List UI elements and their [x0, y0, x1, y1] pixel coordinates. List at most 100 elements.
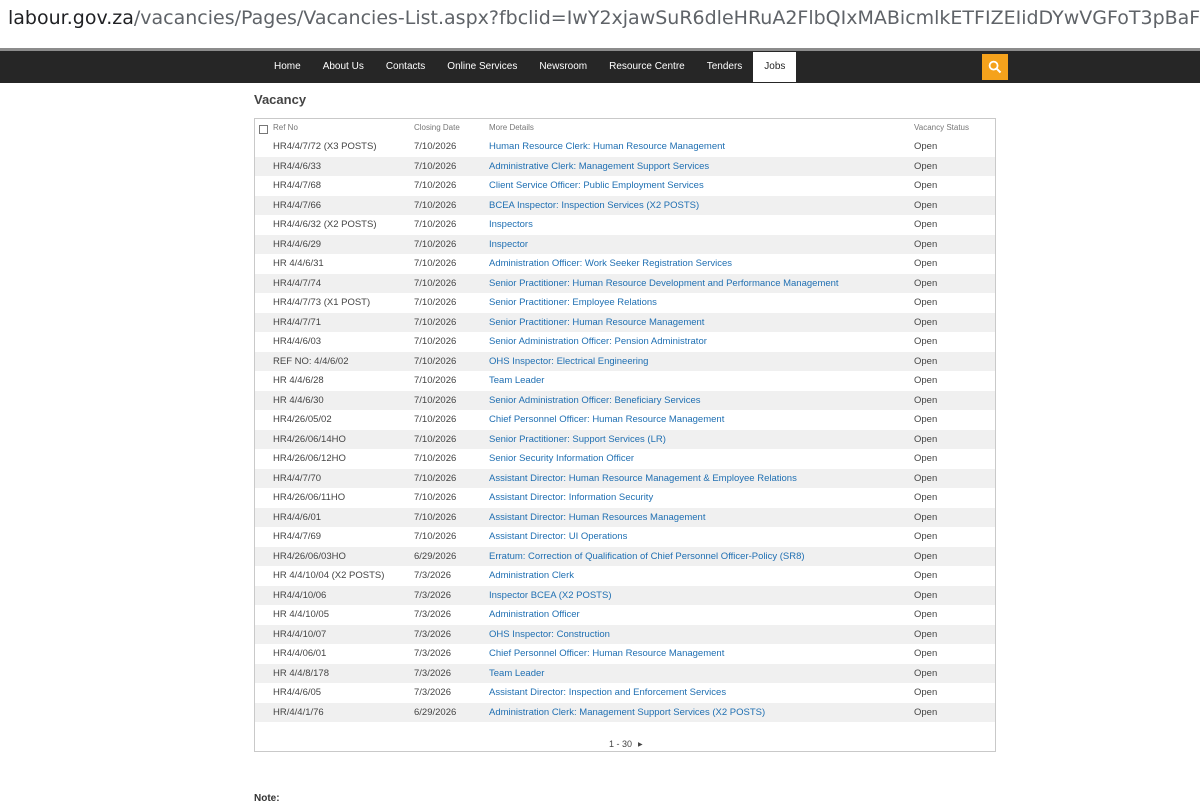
- vacancy-details-link[interactable]: Human Resource Clerk: Human Resource Man…: [489, 137, 725, 157]
- closing-date-cell: 6/29/2026: [414, 706, 457, 718]
- ref-no-cell: HR4/4/10/06: [273, 589, 327, 601]
- table-row: HR4/4/6/32 (X2 POSTS) 7/10/2026 Inspectors…: [255, 215, 995, 235]
- closing-date-cell: 7/10/2026: [414, 160, 457, 172]
- vacancy-details-link[interactable]: Assistant Director: UI Operations: [489, 527, 627, 547]
- ref-no-cell: REF NO: 4/4/6/02: [273, 355, 349, 367]
- vacancy-details-link[interactable]: Senior Security Information Officer: [489, 449, 634, 469]
- closing-date-cell: 7/3/2026: [414, 589, 451, 601]
- closing-date-cell: 6/29/2026: [414, 550, 457, 562]
- vacancy-status-cell: Open: [914, 238, 938, 250]
- vacancy-status-cell: Open: [914, 609, 938, 620]
- next-page-arrow-icon[interactable]: ▶: [638, 741, 643, 748]
- ref-no-cell: HR 4/4/6/28: [273, 375, 324, 386]
- vacancy-details-link[interactable]: Team Leader: [489, 664, 544, 684]
- vacancy-details-link[interactable]: Assistant Director: Human Resource Manag…: [489, 469, 797, 489]
- vacancy-details-link[interactable]: Senior Administration Officer: Pension A…: [489, 332, 707, 352]
- vacancy-details-link[interactable]: Chief Personnel Officer: Human Resource …: [489, 410, 724, 430]
- vacancy-details-link[interactable]: Senior Administration Officer: Beneficia…: [489, 391, 701, 411]
- pagination-range: 1 - 30: [609, 739, 633, 749]
- ref-no-cell: HR4/26/06/12HO: [273, 453, 346, 464]
- nav-item-tenders[interactable]: Tenders: [696, 51, 754, 83]
- vacancy-details-link[interactable]: Senior Practitioner: Employee Relations: [489, 293, 657, 313]
- closing-date-cell: 7/10/2026: [414, 258, 457, 269]
- vacancy-details-link[interactable]: Administrative Clerk: Management Support…: [489, 157, 709, 177]
- vacancy-details-link[interactable]: Inspectors: [489, 215, 533, 235]
- vacancy-status-cell: Open: [914, 180, 938, 191]
- nav-item-about-us[interactable]: About Us: [312, 51, 375, 83]
- vacancy-details-link[interactable]: Senior Practitioner: Human Resource Mana…: [489, 313, 704, 333]
- vacancy-details-link[interactable]: Administration Clerk: Management Support…: [489, 703, 765, 723]
- vacancy-details-link[interactable]: Senior Practitioner: Support Services (L…: [489, 430, 666, 450]
- table-row: HR/4/4/1/76 6/29/2026 Administration Clerk…: [255, 702, 995, 723]
- closing-date-cell: 7/3/2026: [414, 570, 451, 581]
- vacancy-details-link[interactable]: Administration Clerk: [489, 566, 574, 586]
- pagination: 1 - 30 ▶: [609, 739, 643, 749]
- vacancy-details-link[interactable]: OHS Inspector: Electrical Engineering: [489, 352, 648, 372]
- ref-no-cell: HR4/4/7/73 (X1 POST): [273, 297, 371, 308]
- nav-item-contacts[interactable]: Contacts: [375, 51, 436, 83]
- select-all-checkbox[interactable]: [259, 125, 268, 134]
- vacancy-details-link[interactable]: Assistant Director: Information Security: [489, 488, 653, 508]
- search-icon: [988, 60, 1002, 74]
- vacancy-details-link[interactable]: Erratum: Correction of Qualification of …: [489, 547, 805, 567]
- vacancy-details-link[interactable]: OHS Inspector: Construction: [489, 625, 610, 645]
- table-row: HR4/4/6/33 7/10/2026 Administrative Clerk:…: [255, 156, 995, 177]
- vacancy-status-cell: Open: [914, 648, 938, 659]
- vacancy-details-link[interactable]: Inspector BCEA (X2 POSTS): [489, 586, 612, 606]
- closing-date-cell: 7/10/2026: [414, 375, 457, 386]
- ref-no-cell: HR4/4/10/07: [273, 628, 327, 640]
- vacancy-details-link[interactable]: Administration Officer: Work Seeker Regi…: [489, 254, 732, 274]
- vacancy-details-link[interactable]: Client Service Officer: Public Employmen…: [489, 176, 704, 196]
- ref-no-cell: HR4/4/6/05: [273, 687, 322, 698]
- ref-no-cell: HR4/4/7/70: [273, 472, 322, 484]
- vacancy-status-cell: Open: [914, 531, 938, 542]
- ref-no-cell: HR 4/4/6/30: [273, 394, 324, 406]
- ref-no-cell: HR4/26/06/11HO: [273, 492, 346, 503]
- vacancy-details-link[interactable]: BCEA Inspector: Inspection Services (X2 …: [489, 196, 699, 216]
- vacancy-details-link[interactable]: Team Leader: [489, 371, 544, 391]
- closing-date-cell: 7/10/2026: [414, 433, 457, 445]
- vacancy-details-link[interactable]: Inspector: [489, 235, 528, 255]
- header-closing-date[interactable]: Closing Date: [414, 123, 460, 132]
- closing-date-cell: 7/10/2026: [414, 394, 457, 406]
- vacancy-details-link[interactable]: Senior Practitioner: Human Resource Deve…: [489, 274, 839, 294]
- table-row: HR4/4/7/69 7/10/2026 Assistant Director: U…: [255, 527, 995, 547]
- closing-date-cell: 7/3/2026: [414, 609, 451, 620]
- table-row: HR4/26/06/12HO 7/10/2026 Senior Security I…: [255, 449, 995, 469]
- vacancy-details-link[interactable]: Assistant Director: Inspection and Enfor…: [489, 683, 726, 703]
- vacancy-status-cell: Open: [914, 219, 938, 230]
- vacancy-details-link[interactable]: Assistant Director: Human Resources Mana…: [489, 508, 705, 528]
- closing-date-cell: 7/10/2026: [414, 297, 457, 308]
- vacancy-status-cell: Open: [914, 297, 938, 308]
- closing-date-cell: 7/10/2026: [414, 199, 457, 211]
- vacancy-status-cell: Open: [914, 570, 938, 581]
- nav-item-online-services[interactable]: Online Services: [436, 51, 528, 83]
- search-button[interactable]: [982, 54, 1008, 80]
- vacancy-status-cell: Open: [914, 355, 938, 367]
- vacancy-details-link[interactable]: Chief Personnel Officer: Human Resource …: [489, 644, 724, 664]
- header-ref-no[interactable]: Ref No: [273, 123, 298, 132]
- vacancy-status-cell: Open: [914, 199, 938, 211]
- ref-no-cell: HR 4/4/6/31: [273, 258, 324, 269]
- closing-date-cell: 7/3/2026: [414, 648, 451, 659]
- ref-no-cell: HR4/4/6/32 (X2 POSTS): [273, 219, 377, 230]
- vacancy-details-link[interactable]: Administration Officer: [489, 605, 580, 625]
- note-label: Note:: [254, 793, 280, 804]
- nav-item-home[interactable]: Home: [263, 51, 312, 83]
- vacancy-status-cell: Open: [914, 492, 938, 503]
- vacancy-status-cell: Open: [914, 589, 938, 601]
- header-more-details[interactable]: More Details: [489, 123, 534, 132]
- address-bar[interactable]: labour.gov.za/vacancies/Pages/Vacancies-…: [0, 0, 1200, 41]
- nav-item-newsroom[interactable]: Newsroom: [528, 51, 598, 83]
- table-row: HR 4/4/6/31 7/10/2026 Administration Offic…: [255, 254, 995, 274]
- closing-date-cell: 7/10/2026: [414, 492, 457, 503]
- header-vacancy-status[interactable]: Vacancy Status: [914, 123, 969, 132]
- vacancy-status-cell: Open: [914, 453, 938, 464]
- nav-menu: Home About Us Contacts Online Services Newsr…: [263, 51, 797, 83]
- nav-item-resource-centre[interactable]: Resource Centre: [598, 51, 696, 83]
- nav-item-jobs[interactable]: Jobs: [753, 52, 797, 82]
- closing-date-cell: 7/10/2026: [414, 472, 457, 484]
- closing-date-cell: 7/3/2026: [414, 667, 451, 679]
- table-header: Ref No Closing Date More Details Vacancy…: [255, 119, 995, 137]
- closing-date-cell: 7/10/2026: [414, 277, 457, 289]
